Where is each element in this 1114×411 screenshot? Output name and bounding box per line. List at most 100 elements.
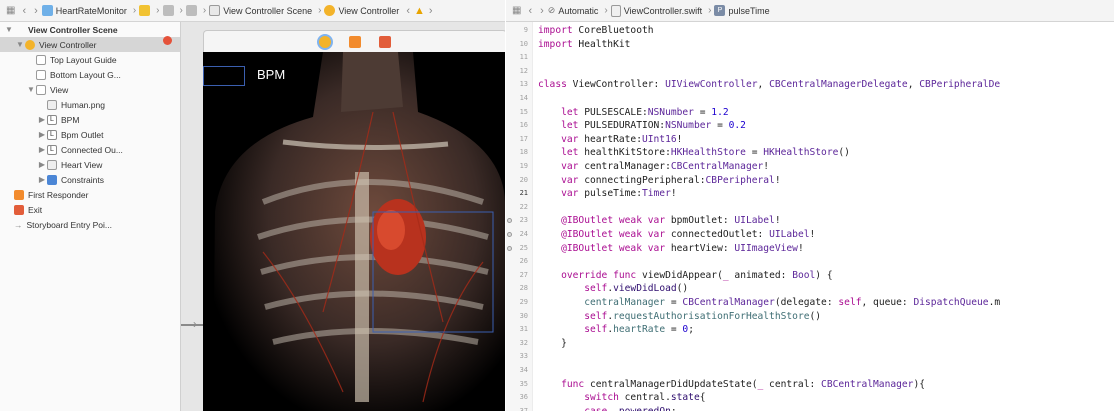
separator-icon: ›	[202, 5, 207, 16]
disclosure-closed-icon[interactable]: ▶	[37, 145, 47, 154]
outline-row[interactable]: ▼ View Controller Scene	[0, 22, 180, 37]
code-text: class ViewController: UIViewController, …	[538, 79, 1001, 91]
code-line[interactable]: 13 class ViewController: UIViewController…	[506, 79, 1114, 90]
code-line[interactable]: 34	[506, 365, 1114, 376]
code-line[interactable]: 19 var centralManager:CBCentralManager!	[506, 161, 1114, 172]
code-line[interactable]: 22	[506, 202, 1114, 213]
code-line[interactable]: 21 var pulseTime:Timer!	[506, 188, 1114, 199]
jump-bar-scene[interactable]: View Controller Scene	[209, 5, 312, 16]
disclosure-closed-icon[interactable]: ▶	[37, 115, 47, 124]
jump-bar-symbol[interactable]: PpulseTime	[714, 5, 770, 16]
folder-icon[interactable]	[139, 5, 151, 16]
outline-row[interactable]: Exit	[0, 202, 180, 217]
code-text: import CoreBluetooth	[538, 25, 654, 36]
code-text: @IBOutlet weak var connectedOutlet: UILa…	[561, 229, 816, 240]
swift-file-icon	[610, 4, 621, 17]
outline-row[interactable]: ▼ View	[0, 82, 180, 97]
outline-row[interactable]: → Storyboard Entry Poi...	[0, 217, 180, 232]
outline-row[interactable]: ▶ L Bpm Outlet	[0, 127, 180, 142]
outline-row[interactable]: Bottom Layout G...	[0, 67, 180, 82]
forward-arrow-icon[interactable]: ›	[540, 5, 544, 17]
code-text: self.heartRate = 0;	[584, 324, 694, 336]
outline-row[interactable]: ▶ Heart View	[0, 157, 180, 172]
forward-arrow-icon[interactable]: ›	[34, 5, 38, 17]
code-line[interactable]: 16 let PULSEDURATION:NSNumber = 0.2	[506, 120, 1114, 131]
disclosure-open-icon[interactable]: ▼	[4, 25, 14, 34]
property-icon: P	[714, 5, 726, 16]
code-line[interactable]: 27 override func viewDidAppear(_ animate…	[506, 270, 1114, 281]
previous-issue-icon[interactable]: ‹	[406, 5, 410, 17]
line-number: 9	[523, 26, 528, 34]
code-line[interactable]: 20 var connectingPeripheral:CBPeripheral…	[506, 175, 1114, 186]
storyboard-entry-arrow[interactable]	[181, 324, 203, 326]
jump-bar-project[interactable]: HeartRateMonitor	[41, 5, 127, 16]
bpm-label[interactable]: BPM	[257, 67, 285, 82]
code-line[interactable]: 17 var heartRate:UInt16!	[506, 134, 1114, 145]
outline-row[interactable]: ▶ L BPM	[0, 112, 180, 127]
back-arrow-icon[interactable]: ‹	[22, 5, 26, 17]
code-line[interactable]: 36 switch central.state{	[506, 392, 1114, 403]
outline-row[interactable]: First Responder	[0, 187, 180, 202]
bpm-outlet-frame[interactable]	[203, 66, 245, 86]
storyboard-canvas[interactable]: BPM ›	[181, 22, 505, 411]
separator-icon: ›	[132, 5, 137, 16]
grid-icon[interactable]: ▦	[6, 5, 15, 16]
outline-row-label: Heart View	[61, 159, 103, 170]
disclosure-open-icon[interactable]: ▼	[15, 40, 25, 49]
human-anatomy-image	[203, 52, 505, 411]
view-controller-dock-icon[interactable]	[319, 36, 331, 48]
code-line[interactable]: 29 centralManager = CBCentralManager(del…	[506, 297, 1114, 308]
outline-row[interactable]: Top Layout Guide	[0, 52, 180, 67]
line-number: 37	[519, 406, 528, 411]
jump-bar-automatic[interactable]: ⊘ Automatic	[548, 5, 599, 16]
grid-icon[interactable]: ▦	[512, 5, 521, 16]
disclosure-closed-icon[interactable]: ▶	[37, 175, 47, 184]
code-line[interactable]: 15 let PULSESCALE:NSNumber = 1.2	[506, 107, 1114, 118]
code-line[interactable]: 18 let healthKitStore:HKHealthStore = HK…	[506, 147, 1114, 158]
code-line[interactable]: 10 import HealthKit	[506, 39, 1114, 50]
code-line[interactable]: 30 self.requestAuthorisationForHealthSto…	[506, 311, 1114, 322]
code-text: var heartRate:UInt16!	[561, 133, 683, 145]
back-arrow-icon[interactable]: ‹	[528, 5, 532, 17]
scene-icon	[14, 25, 24, 35]
code-line[interactable]: 31 self.heartRate = 0;	[506, 324, 1114, 335]
disclosure-open-icon[interactable]: ▼	[26, 85, 36, 94]
code-line[interactable]: 23 @IBOutlet weak var bpmOutlet: UILabel…	[506, 215, 1114, 226]
outline-row[interactable]: ▶ Constraints	[0, 172, 180, 187]
line-number: 22	[519, 202, 528, 211]
line-number: 21	[519, 189, 528, 198]
warning-icon[interactable]: ▲	[414, 5, 425, 17]
jump-bar-file[interactable]: ViewController.swift	[610, 4, 702, 17]
outline-row[interactable]: Human.png	[0, 97, 180, 112]
disclosure-closed-icon[interactable]: ▶	[37, 130, 47, 139]
line-number: 20	[519, 175, 528, 184]
code-editor[interactable]: 9 import CoreBluetooth 10 import HealthKit 1…	[506, 22, 1114, 411]
code-line[interactable]: 12	[506, 66, 1114, 77]
code-line[interactable]: 26	[506, 256, 1114, 267]
code-line[interactable]: 33	[506, 351, 1114, 362]
code-line[interactable]: 11	[506, 52, 1114, 63]
view-controller-preview[interactable]: BPM	[203, 52, 505, 411]
exit-dock-icon[interactable]	[379, 36, 391, 48]
first-responder-dock-icon[interactable]	[349, 36, 361, 48]
code-line[interactable]: 37 case .poweredOn:	[506, 406, 1114, 411]
separator-icon: ›	[156, 5, 160, 16]
jump-bar-view-controller[interactable]: View Controller	[324, 5, 399, 16]
storyboard-file-icon[interactable]	[162, 5, 174, 16]
code-line[interactable]: 32 }	[506, 338, 1114, 349]
code-line[interactable]: 28 self.viewDidLoad()	[506, 283, 1114, 294]
outline-row[interactable]: ▶ L Connected Ou...	[0, 142, 180, 157]
outline-row[interactable]: ▼ View Controller	[0, 37, 180, 52]
code-line[interactable]: 25 @IBOutlet weak var heartView: UIImage…	[506, 243, 1114, 254]
disclosure-closed-icon[interactable]: ▶	[37, 160, 47, 169]
error-badge-icon[interactable]	[163, 36, 172, 45]
code-line[interactable]: 35 func centralManagerDidUpdateState(_ c…	[506, 379, 1114, 390]
code-line[interactable]: 14	[506, 93, 1114, 104]
next-issue-icon[interactable]: ›	[429, 5, 433, 17]
code-text: let healthKitStore:HKHealthStore = HKHea…	[561, 147, 850, 159]
storyboard-icon[interactable]	[185, 5, 197, 16]
editor-jump-bar: ▦ ‹ › ⊘ Automatic › ViewController.swift …	[506, 0, 1114, 22]
code-line[interactable]: 9 import CoreBluetooth	[506, 25, 1114, 36]
outline-row-label: BPM	[61, 114, 80, 125]
code-line[interactable]: 24 @IBOutlet weak var connectedOutlet: U…	[506, 229, 1114, 240]
